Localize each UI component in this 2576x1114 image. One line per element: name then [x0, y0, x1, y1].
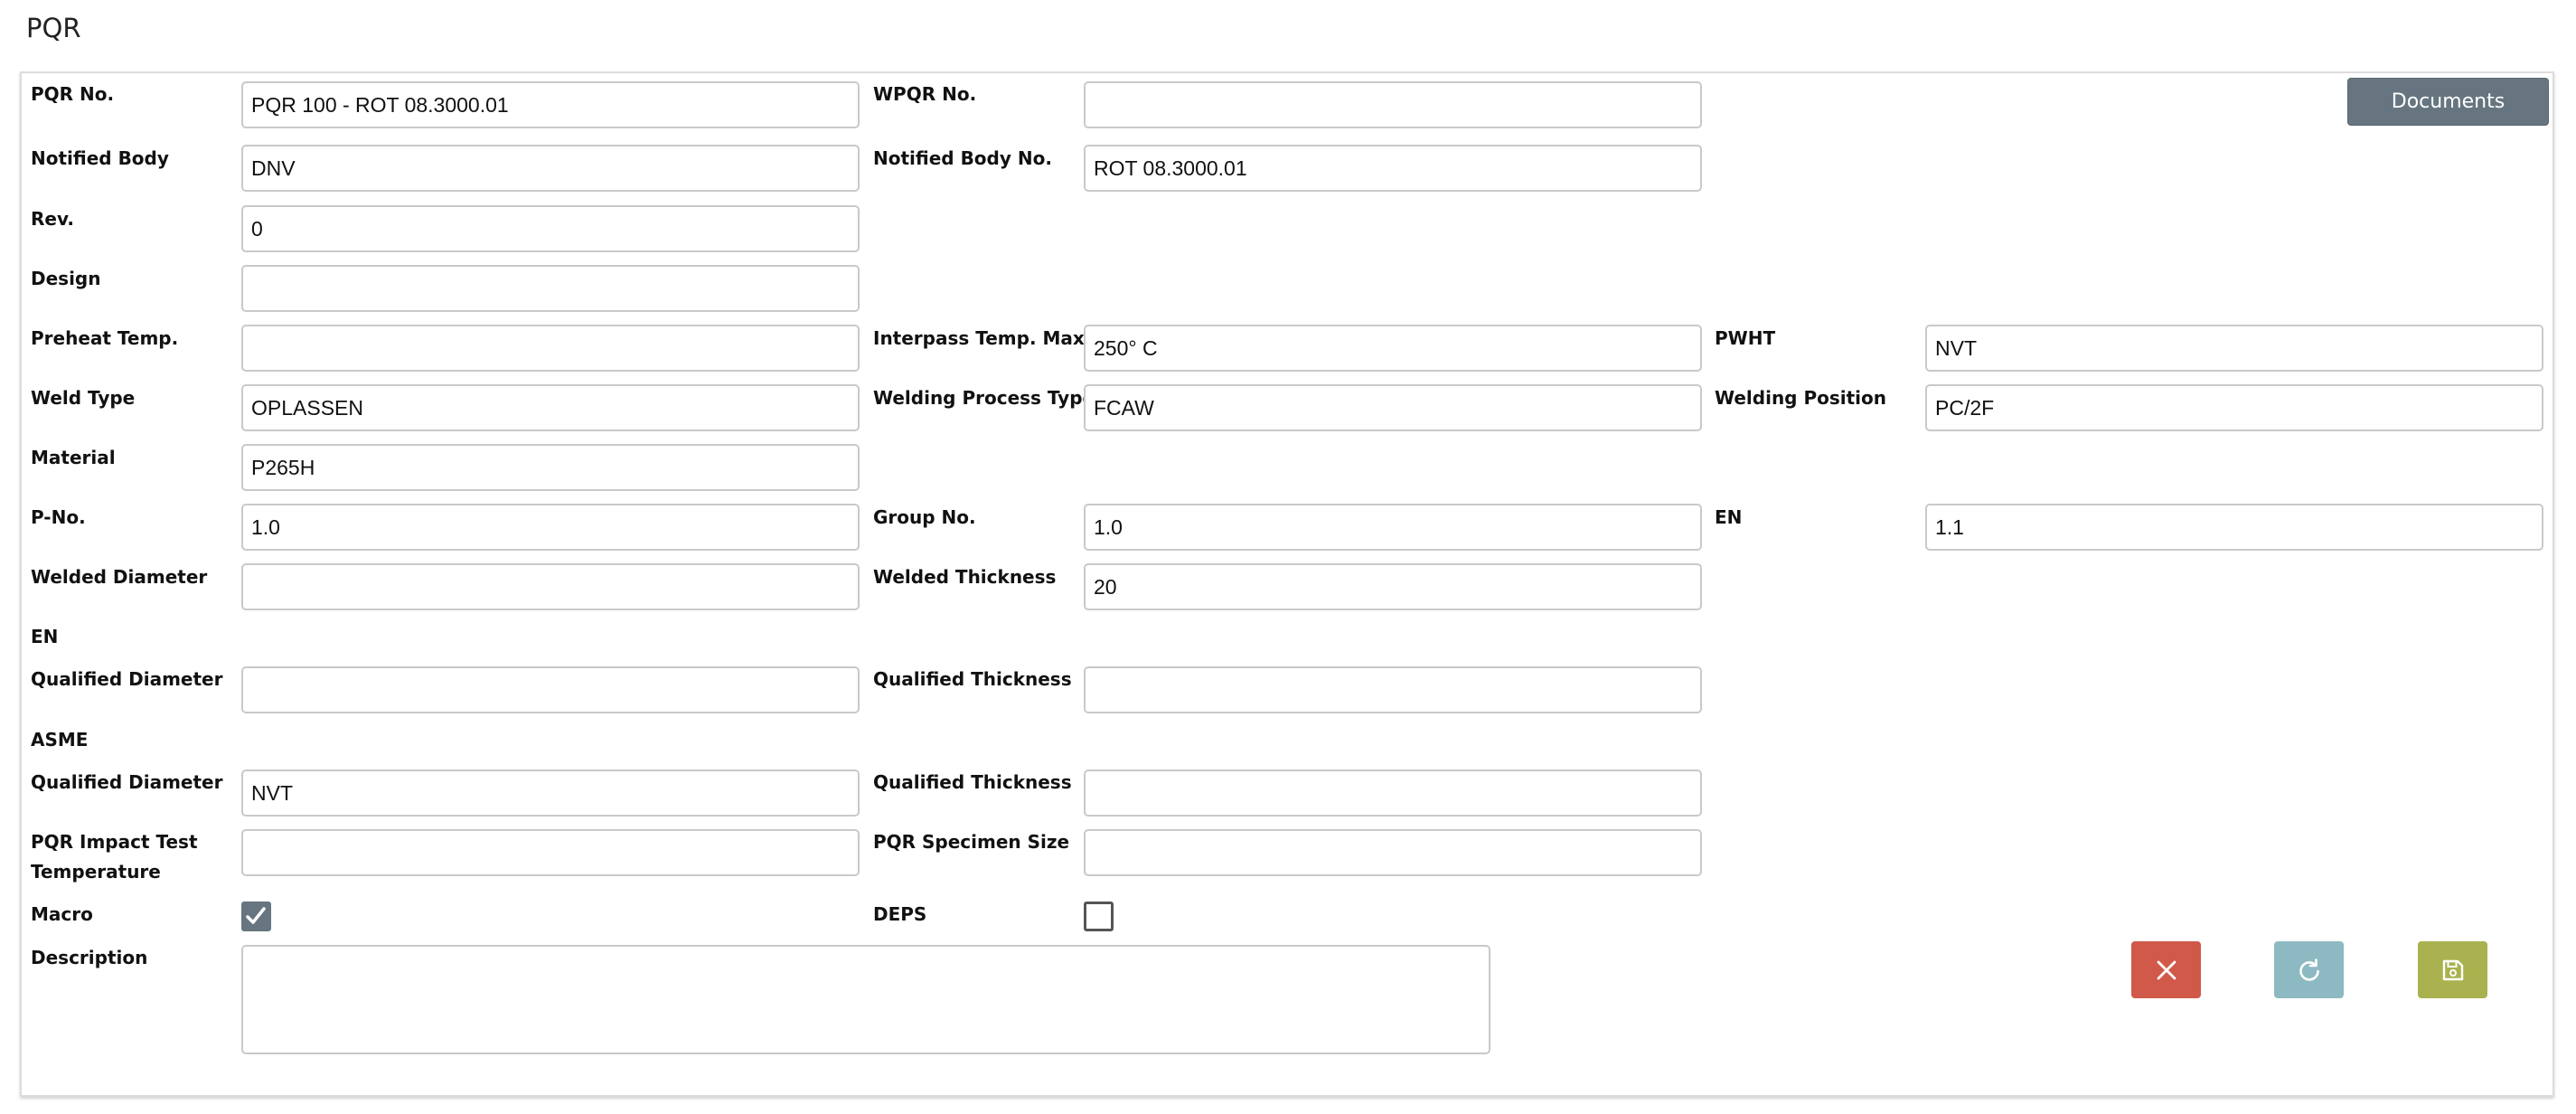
- en-label: EN: [1715, 506, 1743, 528]
- asme-qualified-diameter-label: Qualified Diameter: [31, 771, 223, 793]
- en-qualified-diameter-input[interactable]: [241, 666, 860, 713]
- design-label: Design: [31, 268, 101, 289]
- interpass-temp-max-input[interactable]: [1084, 325, 1702, 372]
- en-input[interactable]: [1925, 504, 2543, 551]
- save-button[interactable]: [2418, 941, 2487, 998]
- wpqr-no-label: WPQR No.: [873, 83, 977, 105]
- cancel-button[interactable]: [2131, 941, 2201, 998]
- weld-type-input[interactable]: [241, 384, 860, 431]
- p-no-label: P-No.: [31, 506, 86, 528]
- material-input[interactable]: [241, 444, 860, 491]
- pqr-impact-test-temperature-input[interactable]: [241, 829, 860, 876]
- pwht-label: PWHT: [1715, 327, 1776, 349]
- documents-button[interactable]: Documents: [2347, 78, 2549, 126]
- pqr-impact-test-temperature-label-line2: Temperature: [31, 861, 161, 883]
- material-label: Material: [31, 447, 116, 468]
- p-no-input[interactable]: [241, 504, 860, 551]
- preheat-temp-input[interactable]: [241, 325, 860, 372]
- group-no-input[interactable]: [1084, 504, 1702, 551]
- welding-process-type-label: Welding Process Type: [873, 387, 1095, 409]
- asme-qualified-thickness-input[interactable]: [1084, 769, 1702, 817]
- en-qualified-thickness-input[interactable]: [1084, 666, 1702, 713]
- pwht-input[interactable]: [1925, 325, 2543, 372]
- pqr-impact-test-temperature-label-line1: PQR Impact Test: [31, 831, 198, 853]
- notified-body-input[interactable]: [241, 145, 860, 192]
- close-icon: [2157, 960, 2176, 979]
- rev-input[interactable]: [241, 205, 860, 252]
- welded-diameter-input[interactable]: [241, 563, 860, 610]
- interpass-temp-max-label: Interpass Temp. Max.: [873, 327, 1092, 349]
- en-qualified-diameter-label: Qualified Diameter: [31, 668, 223, 690]
- pqr-no-input[interactable]: [241, 81, 860, 128]
- welded-diameter-label: Welded Diameter: [31, 566, 208, 588]
- preheat-temp-label: Preheat Temp.: [31, 327, 179, 349]
- page-title: PQR: [26, 13, 81, 43]
- welded-thickness-input[interactable]: [1084, 563, 1702, 610]
- welding-position-input[interactable]: [1925, 384, 2543, 431]
- welding-position-label: Welding Position: [1715, 387, 1887, 409]
- macro-checkbox[interactable]: [241, 902, 271, 931]
- group-no-label: Group No.: [873, 506, 976, 528]
- deps-label: DEPS: [873, 903, 927, 925]
- description-label: Description: [31, 947, 148, 968]
- refresh-button[interactable]: [2274, 941, 2344, 998]
- design-input[interactable]: [241, 265, 860, 312]
- refresh-icon: [2299, 958, 2319, 981]
- asme-qualified-thickness-label: Qualified Thickness: [873, 771, 1072, 793]
- macro-label: Macro: [31, 903, 93, 925]
- asme-section-heading: ASME: [31, 729, 89, 751]
- pqr-no-label: PQR No.: [31, 83, 115, 105]
- notified-body-no-input[interactable]: [1084, 145, 1702, 192]
- weld-type-label: Weld Type: [31, 387, 136, 409]
- pqr-specimen-size-label: PQR Specimen Size: [873, 831, 1070, 853]
- floppy-disk-icon: [2442, 959, 2463, 980]
- welding-process-type-input[interactable]: [1084, 384, 1702, 431]
- rev-label: Rev.: [31, 208, 74, 230]
- description-textarea[interactable]: [241, 945, 1490, 1054]
- pqr-specimen-size-input[interactable]: [1084, 829, 1702, 876]
- asme-qualified-diameter-input[interactable]: [241, 769, 860, 817]
- deps-checkbox[interactable]: [1084, 902, 1114, 931]
- en-qualified-thickness-label: Qualified Thickness: [873, 668, 1072, 690]
- welded-thickness-label: Welded Thickness: [873, 566, 1057, 588]
- checkmark-icon: [246, 907, 266, 924]
- wpqr-no-input[interactable]: [1084, 81, 1702, 128]
- notified-body-no-label: Notified Body No.: [873, 147, 1052, 169]
- notified-body-label: Notified Body: [31, 147, 169, 169]
- pqr-impact-test-temperature-label: PQR Impact Test Temperature: [31, 827, 198, 887]
- en-section-heading: EN: [31, 626, 59, 647]
